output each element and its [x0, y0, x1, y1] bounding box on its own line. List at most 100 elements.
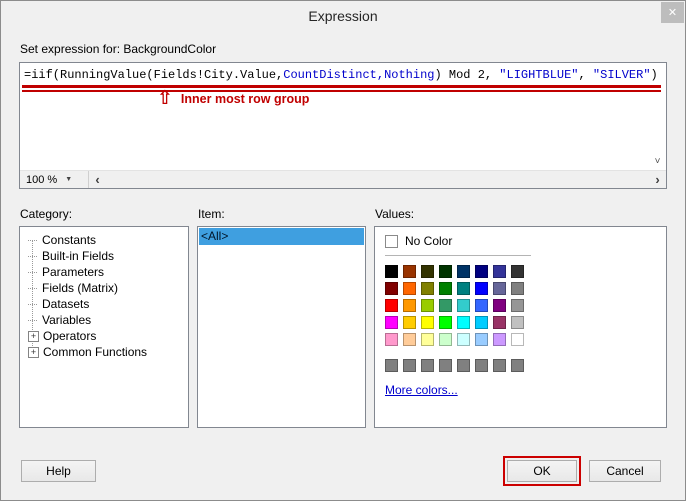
- color-swatch[interactable]: [511, 333, 524, 346]
- scroll-left-button[interactable]: ‹: [89, 171, 106, 188]
- category-item[interactable]: + Operators: [20, 328, 188, 344]
- panels-row: Category: Constants Built-in Fields Parame…: [19, 207, 667, 428]
- color-swatch[interactable]: [475, 265, 488, 278]
- color-swatch[interactable]: [457, 265, 470, 278]
- category-item[interactable]: Datasets: [20, 296, 188, 312]
- expand-plus-icon[interactable]: +: [28, 330, 39, 342]
- color-swatch[interactable]: [493, 333, 506, 346]
- color-swatch[interactable]: [403, 316, 416, 329]
- color-swatch[interactable]: [439, 282, 452, 295]
- color-swatch[interactable]: [385, 316, 398, 329]
- color-swatch[interactable]: [511, 359, 524, 372]
- color-swatch[interactable]: [385, 359, 398, 372]
- tree-line: [28, 271, 37, 273]
- ok-button[interactable]: OK: [507, 460, 577, 482]
- expression-text[interactable]: =iif(RunningValue(Fields!City.Value,Coun…: [20, 63, 666, 83]
- color-swatch[interactable]: [457, 333, 470, 346]
- expand-plus-icon[interactable]: +: [28, 346, 39, 358]
- close-button[interactable]: ✕: [661, 2, 684, 23]
- values-panel-column: Values: No Color More colors...: [374, 207, 667, 428]
- color-swatch[interactable]: [475, 359, 488, 372]
- color-swatch[interactable]: [385, 333, 398, 346]
- category-list[interactable]: Constants Built-in Fields Parameters Fields…: [19, 226, 189, 428]
- color-swatch[interactable]: [457, 299, 470, 312]
- color-swatch[interactable]: [421, 359, 434, 372]
- color-swatch[interactable]: [385, 265, 398, 278]
- category-item-label: Built-in Fields: [42, 249, 115, 263]
- color-swatch[interactable]: [421, 316, 434, 329]
- color-swatch[interactable]: [439, 299, 452, 312]
- color-swatch[interactable]: [421, 265, 434, 278]
- tree-line: [28, 287, 37, 289]
- color-swatch[interactable]: [439, 265, 452, 278]
- color-swatch[interactable]: [385, 299, 398, 312]
- color-swatch[interactable]: [475, 299, 488, 312]
- titlebar[interactable]: Expression ✕: [1, 1, 685, 31]
- vertical-scroll-down-button[interactable]: ˅: [650, 155, 665, 170]
- color-swatch[interactable]: [511, 265, 524, 278]
- category-item[interactable]: Constants: [20, 232, 188, 248]
- expression-dialog: Expression ✕ Set expression for: Backgro…: [0, 0, 686, 501]
- scrollbar-track[interactable]: [106, 171, 649, 188]
- item-row[interactable]: <All>: [199, 228, 364, 245]
- cancel-button[interactable]: Cancel: [589, 460, 661, 482]
- color-swatch[interactable]: [439, 333, 452, 346]
- color-palette: [385, 265, 524, 346]
- chevron-left-icon: ‹: [95, 172, 100, 187]
- category-item[interactable]: Variables: [20, 312, 188, 328]
- color-swatch[interactable]: [493, 299, 506, 312]
- color-swatch[interactable]: [457, 359, 470, 372]
- separator: [385, 255, 531, 256]
- item-label: Item:: [198, 207, 225, 221]
- color-swatch[interactable]: [493, 316, 506, 329]
- color-swatch[interactable]: [511, 299, 524, 312]
- code-segment: ,: [578, 68, 593, 82]
- color-swatch[interactable]: [475, 333, 488, 346]
- color-swatch[interactable]: [403, 282, 416, 295]
- color-swatch[interactable]: [403, 359, 416, 372]
- tree-line: [28, 255, 37, 257]
- more-colors-link[interactable]: More colors...: [385, 383, 458, 397]
- category-label: Category:: [20, 207, 73, 221]
- color-swatch[interactable]: [403, 265, 416, 278]
- values-label: Values:: [375, 207, 415, 221]
- tree-line: [28, 319, 37, 321]
- code-segment: ) Mod 2,: [434, 68, 500, 82]
- color-swatch[interactable]: [493, 282, 506, 295]
- category-item[interactable]: + Common Functions: [20, 344, 188, 360]
- category-item[interactable]: Parameters: [20, 264, 188, 280]
- expression-editor[interactable]: =iif(RunningValue(Fields!City.Value,Coun…: [19, 62, 667, 189]
- no-color-checkbox[interactable]: [385, 234, 398, 248]
- category-item-label: Operators: [43, 329, 97, 343]
- scroll-right-button[interactable]: ›: [649, 171, 666, 188]
- annotation: ⇧ Inner most row group: [157, 88, 310, 109]
- color-swatch[interactable]: [493, 359, 506, 372]
- item-list[interactable]: <All>: [197, 226, 366, 428]
- up-arrow-icon: ⇧: [157, 88, 173, 109]
- color-swatch[interactable]: [439, 359, 452, 372]
- zoom-dropdown-icon[interactable]: ▼: [65, 176, 72, 183]
- color-swatch[interactable]: [403, 299, 416, 312]
- help-button[interactable]: Help: [21, 460, 96, 482]
- color-swatch[interactable]: [439, 316, 452, 329]
- editor-bottom-bar: 100 % ▼ ‹ ›: [20, 170, 666, 188]
- color-swatch[interactable]: [475, 282, 488, 295]
- color-swatch[interactable]: [421, 282, 434, 295]
- color-swatch[interactable]: [457, 282, 470, 295]
- color-swatch[interactable]: [403, 333, 416, 346]
- category-item[interactable]: Fields (Matrix): [20, 280, 188, 296]
- no-color-option[interactable]: No Color: [385, 234, 656, 248]
- color-swatch[interactable]: [421, 299, 434, 312]
- category-item[interactable]: Built-in Fields: [20, 248, 188, 264]
- color-swatch[interactable]: [511, 316, 524, 329]
- color-swatch[interactable]: [511, 282, 524, 295]
- color-swatch[interactable]: [421, 333, 434, 346]
- zoom-combo[interactable]: 100 % ▼: [20, 171, 89, 188]
- category-panel: Category: Constants Built-in Fields Parame…: [19, 207, 189, 428]
- color-swatch[interactable]: [493, 265, 506, 278]
- color-swatch[interactable]: [457, 316, 470, 329]
- horizontal-scrollbar[interactable]: ‹ ›: [89, 171, 666, 188]
- color-swatch[interactable]: [475, 316, 488, 329]
- color-swatch[interactable]: [385, 282, 398, 295]
- annotation-text: Inner most row group: [180, 92, 310, 106]
